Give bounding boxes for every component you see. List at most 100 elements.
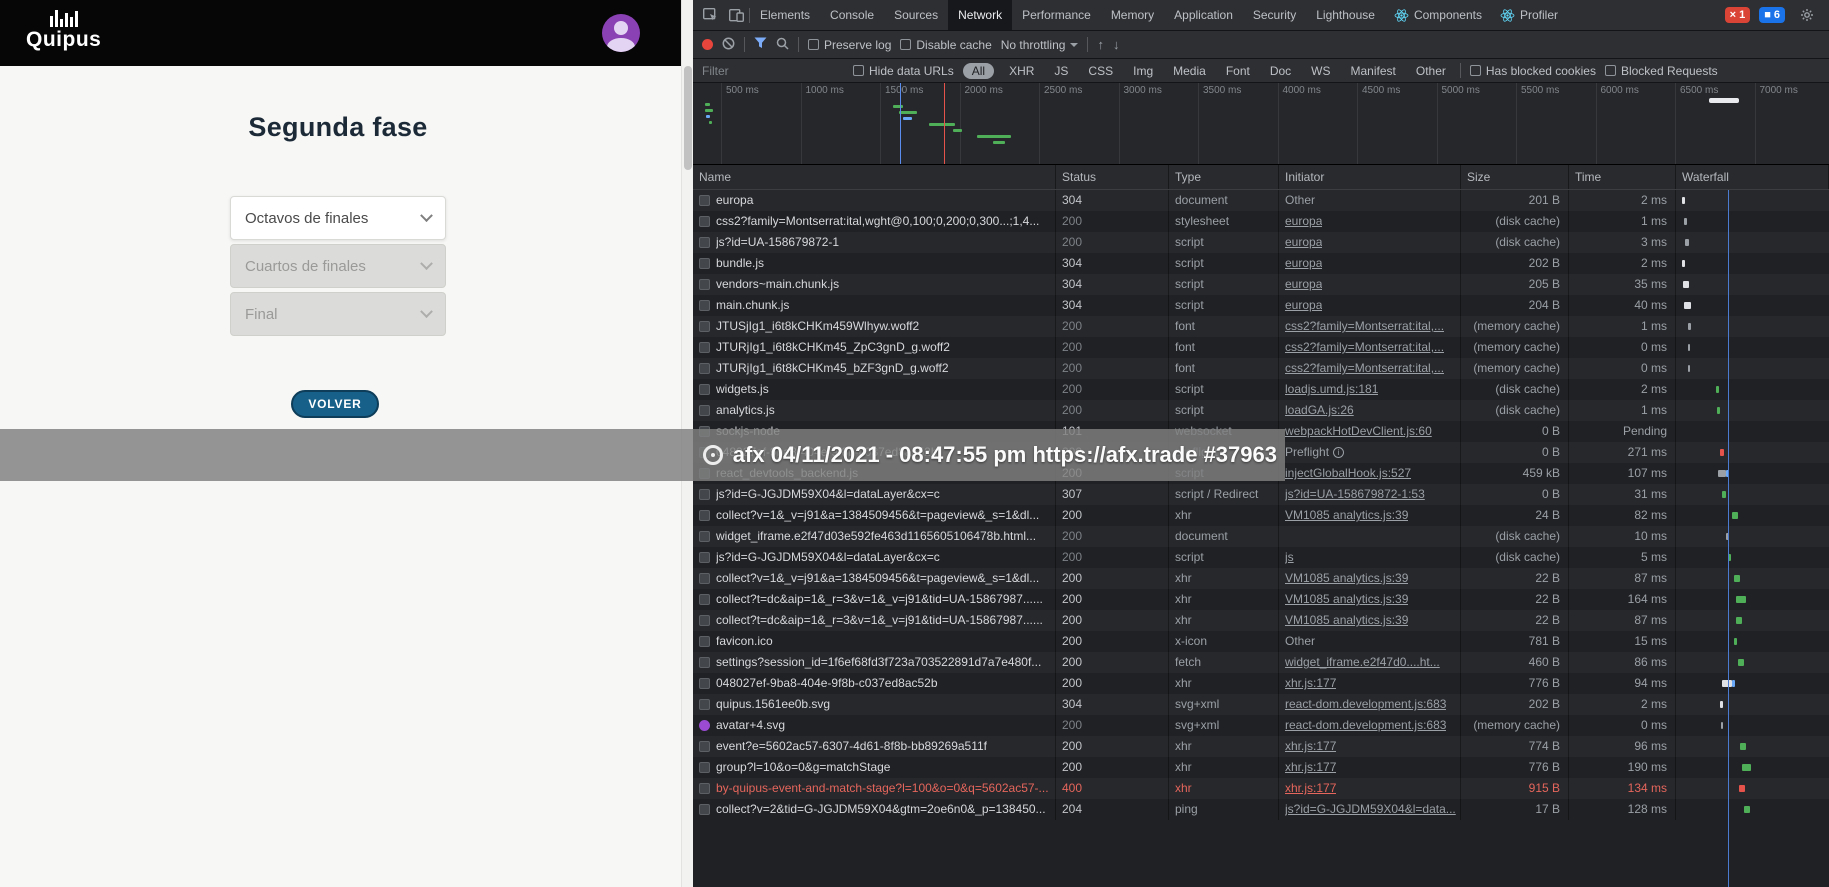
info-icon[interactable]: i: [1333, 447, 1345, 458]
network-request-row[interactable]: group?l=10&o=0&g=matchStage 200 xhr xhr.js:…: [693, 757, 1829, 778]
network-request-row[interactable]: analytics.js 200 script loadGA.js:26 (disk c…: [693, 400, 1829, 421]
column-header-waterfall[interactable]: Waterfall: [1676, 165, 1829, 189]
tab-profiler[interactable]: Profiler: [1491, 0, 1567, 30]
network-request-row[interactable]: bundle.js 304 script europa 202 B2 ms: [693, 253, 1829, 274]
network-request-row[interactable]: avatar+4.svg 200 svg+xml react-dom.developm…: [693, 715, 1829, 736]
clear-network-log-button[interactable]: [722, 37, 735, 53]
import-har-icon[interactable]: ↑: [1097, 38, 1104, 51]
tab-components[interactable]: Components: [1385, 0, 1491, 30]
tab-console[interactable]: Console: [820, 0, 884, 30]
filter-chip-css[interactable]: CSS: [1083, 63, 1118, 79]
checkbox-icon[interactable]: [853, 65, 864, 76]
network-request-row[interactable]: sockjs-node 101 websocket webpackHotDevClie…: [693, 421, 1829, 442]
has-blocked-cookies-checkbox[interactable]: Has blocked cookies: [1469, 64, 1596, 78]
network-request-row[interactable]: js?id=G-JGJDM59X04&l=dataLayer&cx=c 307 sc…: [693, 484, 1829, 505]
settings-gear-icon[interactable]: [1794, 8, 1820, 22]
initiator-link[interactable]: VM1085 analytics.js:39: [1285, 505, 1408, 526]
network-request-row[interactable]: collect?v=1&_v=j91&a=1384509456&t=pagevi…: [693, 568, 1829, 589]
tab-sources[interactable]: Sources: [884, 0, 948, 30]
filter-chip-manifest[interactable]: Manifest: [1346, 63, 1401, 79]
initiator-link[interactable]: VM1085 analytics.js:39: [1285, 589, 1408, 610]
tab-application[interactable]: Application: [1164, 0, 1243, 30]
column-header-initiator[interactable]: Initiator: [1279, 165, 1461, 189]
checkbox-icon[interactable]: [1469, 65, 1481, 76]
column-header-name[interactable]: Name: [693, 165, 1056, 189]
network-request-row[interactable]: main.chunk.js 304 script europa 204 B 40 ms: [693, 295, 1829, 316]
initiator-link[interactable]: loadGA.js:26: [1285, 400, 1354, 421]
network-request-row[interactable]: css2?family=Montserrat:ital,wght@0,100;0…: [693, 211, 1829, 232]
initiator-link[interactable]: europa: [1285, 211, 1322, 232]
network-request-row[interactable]: collect?t=dc&aip=1&_r=3&v=1&_v=j91&tid=U…: [693, 610, 1829, 631]
network-request-row[interactable]: favicon.ico 200 x-icon Other 781 B 15 ms: [693, 631, 1829, 652]
network-request-row[interactable]: collect?v=2&tid=G-JGJDM59X04&gtm=2oe6n0&…: [693, 799, 1829, 820]
blocked-requests-checkbox[interactable]: Blocked Requests: [1604, 64, 1718, 78]
initiator-link[interactable]: react-dom.development.js:683: [1285, 715, 1446, 736]
checkbox-icon[interactable]: [900, 39, 912, 50]
column-header-status[interactable]: Status: [1056, 165, 1169, 189]
filter-chip-doc[interactable]: Doc: [1265, 63, 1296, 79]
initiator-link[interactable]: widget_iframe.e2f47d0....ht...: [1285, 652, 1440, 673]
network-request-row[interactable]: collect?t=dc&aip=1&_r=3&v=1&_v=j91&tid=U…: [693, 589, 1829, 610]
network-request-row[interactable]: js?id=UA-158679872-1 200 script europa (disk…: [693, 232, 1829, 253]
initiator-link[interactable]: react-dom.development.js:683: [1285, 694, 1446, 715]
network-request-row[interactable]: europa 304 document Other 201 B2 ms: [693, 190, 1829, 211]
select-octavos-de-finales[interactable]: Octavos de finales: [230, 196, 446, 240]
initiator-link[interactable]: loadjs.umd.js:181: [1285, 379, 1378, 400]
initiator-link[interactable]: js?id=UA-158679872-1:53: [1285, 484, 1425, 505]
initiator-link[interactable]: injectGlobalHook.js:527: [1285, 463, 1411, 484]
filter-funnel-icon[interactable]: [754, 37, 767, 52]
throttling-dropdown[interactable]: No throttling: [1001, 38, 1079, 52]
app-scrollbar-thumb[interactable]: [684, 66, 692, 170]
initiator-link[interactable]: xhr.js:177: [1285, 757, 1336, 778]
network-request-row[interactable]: widgets.js 200 script loadjs.umd.js:181 (dis…: [693, 379, 1829, 400]
search-icon[interactable]: [776, 37, 789, 53]
initiator-link[interactable]: europa: [1285, 274, 1322, 295]
initiator-link[interactable]: css2?family=Montserrat:ital,...: [1285, 358, 1444, 379]
network-request-row[interactable]: js?id=G-JGJDM59X04&l=dataLayer&cx=c 200 sc…: [693, 547, 1829, 568]
checkbox-icon[interactable]: [1604, 65, 1616, 76]
network-request-row[interactable]: widget_iframe.e2f47d03e592fe463d11656051…: [693, 526, 1829, 547]
initiator-link[interactable]: xhr.js:177: [1285, 778, 1336, 799]
hide-data-urls-checkbox[interactable]: Hide data URLs: [853, 64, 954, 78]
network-request-row[interactable]: JTUSjIg1_i6t8kCHKm459Wlhyw.woff2 200 font c…: [693, 316, 1829, 337]
quipus-logo[interactable]: Quipus: [26, 9, 101, 52]
tab-lighthouse[interactable]: Lighthouse: [1306, 0, 1385, 30]
network-request-row[interactable]: by-quipus-event-and-match-stage?l=100&o=…: [693, 778, 1829, 799]
error-count-badge[interactable]: × 1: [1724, 7, 1751, 23]
tab-performance[interactable]: Performance: [1012, 0, 1101, 30]
initiator-link[interactable]: js: [1285, 547, 1294, 568]
network-request-row[interactable]: 048027ef-9ba8-404e-9f8b-c037ed8ac52b 200 x…: [693, 673, 1829, 694]
network-request-row[interactable]: quipus.1561ee0b.svg 304 svg+xml react-dom.d…: [693, 694, 1829, 715]
initiator-link[interactable]: VM1085 analytics.js:39: [1285, 610, 1408, 631]
tab-security[interactable]: Security: [1243, 0, 1306, 30]
inspect-element-icon[interactable]: [697, 0, 723, 30]
checkbox-icon[interactable]: [808, 39, 819, 50]
tab-network[interactable]: Network: [948, 0, 1013, 30]
preserve-log-checkbox[interactable]: Preserve log: [808, 38, 891, 52]
filter-chip-media[interactable]: Media: [1168, 63, 1211, 79]
record-network-log-button[interactable]: [702, 39, 713, 50]
volver-button[interactable]: VOLVER: [291, 390, 379, 418]
export-har-icon[interactable]: ↓: [1113, 38, 1120, 51]
device-toolbar-icon[interactable]: [723, 0, 749, 30]
initiator-link[interactable]: europa: [1285, 253, 1322, 274]
filter-chip-xhr[interactable]: XHR: [1004, 63, 1039, 79]
initiator-link[interactable]: xhr.js:177: [1285, 673, 1336, 694]
filter-chip-js[interactable]: JS: [1049, 63, 1073, 79]
app-scrollbar[interactable]: [681, 0, 693, 887]
tab-memory[interactable]: Memory: [1101, 0, 1164, 30]
overview-scroll-thumb[interactable]: [1709, 98, 1739, 103]
initiator-link[interactable]: js?id=G-JGJDM59X04&l=data...: [1285, 799, 1456, 820]
column-header-size[interactable]: Size: [1461, 165, 1569, 189]
initiator-link[interactable]: europa: [1285, 295, 1322, 316]
tab-elements[interactable]: Elements: [750, 0, 820, 30]
user-avatar[interactable]: [602, 14, 640, 52]
initiator-link[interactable]: css2?family=Montserrat:ital,...: [1285, 337, 1444, 358]
initiator-link[interactable]: europa: [1285, 232, 1322, 253]
initiator-link[interactable]: xhr.js:177: [1285, 736, 1336, 757]
network-request-row[interactable]: settings?session_id=1f6ef68fd3f723a70352…: [693, 652, 1829, 673]
network-request-row[interactable]: event?e=5602ac57-6307-4d61-8f8b-bb89269a…: [693, 736, 1829, 757]
initiator-link[interactable]: webpackHotDevClient.js:60: [1285, 421, 1432, 442]
filter-chip-other[interactable]: Other: [1411, 63, 1451, 79]
filter-chip-all[interactable]: All: [962, 62, 995, 79]
